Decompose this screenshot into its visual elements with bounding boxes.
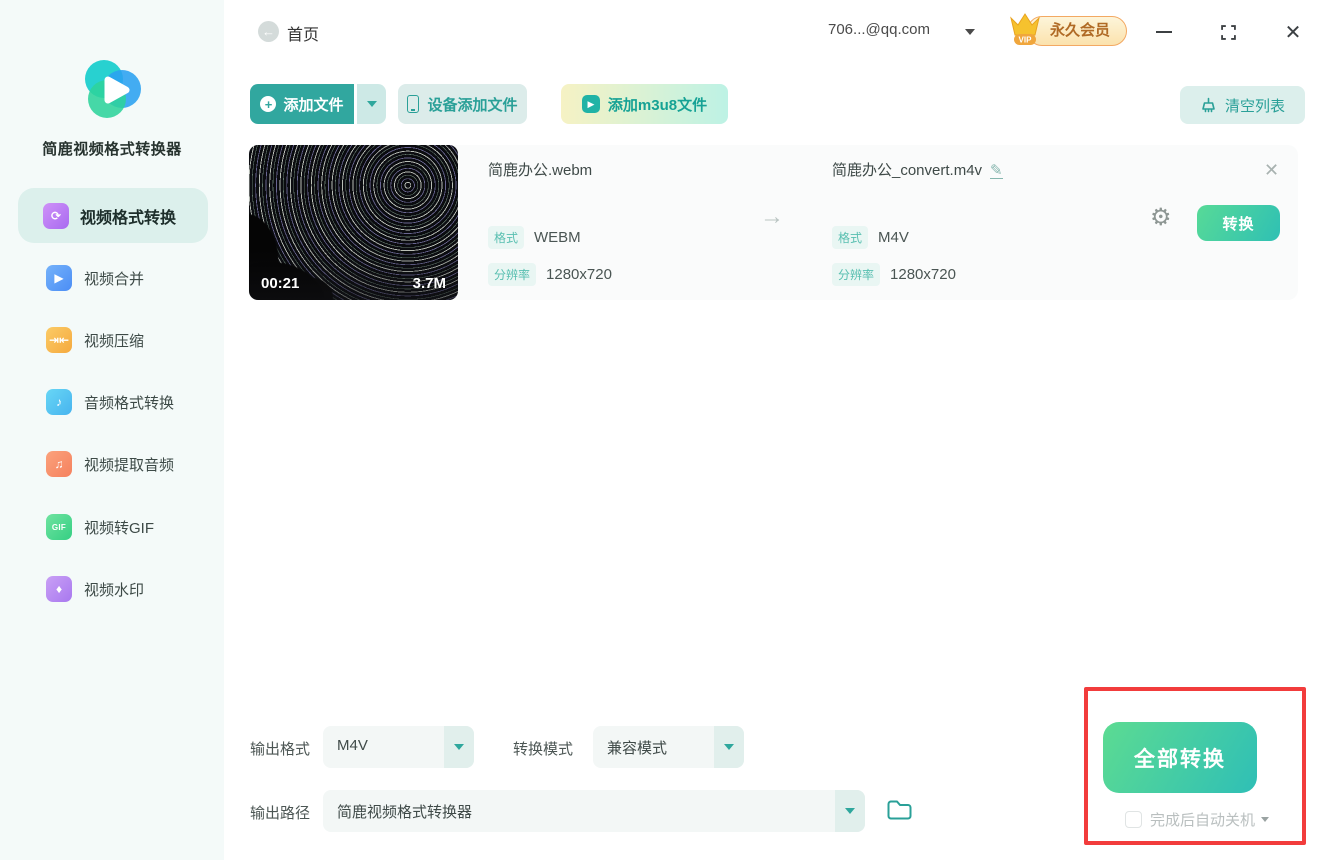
app-window: 简鹿视频格式转换器 ⟳ 视频格式转换 ▶ 视频合并 ⇥⇤ 视频压缩 ♪ 音频格式… (0, 0, 1326, 860)
add-m3u8-button[interactable]: ▶ 添加m3u8文件 (561, 84, 728, 124)
chevron-down-icon (724, 744, 734, 750)
resolution-tag: 分辨率 (832, 263, 881, 286)
source-file-name: 简鹿办公.webm (488, 162, 593, 179)
phone-icon (407, 95, 420, 113)
output-file-name: 简鹿办公_convert.m4v ✎ (832, 159, 1003, 180)
sidebar-item-label: 视频压缩 (84, 332, 145, 350)
plus-icon: + (260, 96, 277, 112)
remove-item-icon[interactable]: ✕ (1264, 160, 1279, 181)
file-row: 00:21 3.7M 简鹿办公.webm 格式 WEBM 分辨率 1280x72… (248, 145, 1298, 300)
convert-direction-arrow-icon: → (760, 203, 784, 230)
sidebar-item-audio-convert[interactable]: ♪ 音频格式转换 (46, 387, 224, 417)
shutdown-label: 完成后自动关机 (1150, 812, 1256, 829)
add-from-device-label: 设备添加文件 (427, 96, 518, 114)
output-path-select[interactable]: 简鹿视频格式转换器 (323, 790, 865, 832)
add-from-device-button[interactable]: 设备添加文件 (398, 84, 527, 124)
svg-text:VIP: VIP (1019, 36, 1033, 45)
broom-icon (1202, 97, 1215, 112)
video-thumbnail[interactable]: 00:21 3.7M (249, 145, 458, 300)
close-button[interactable]: ✕ (1282, 21, 1304, 44)
video-size: 3.7M (412, 275, 446, 292)
output-format-select[interactable]: M4V (323, 726, 474, 768)
sidebar-item-video-merge[interactable]: ▶ 视频合并 (46, 263, 224, 293)
select-arrow-zone[interactable] (835, 790, 865, 832)
sidebar-item-label: 视频转GIF (84, 519, 154, 537)
maximize-button[interactable] (1217, 22, 1239, 42)
chevron-down-icon (454, 744, 464, 750)
convert-all-button[interactable]: 全部转换 (1103, 722, 1257, 793)
clear-list-label: 清空列表 (1224, 97, 1285, 115)
app-title: 简鹿视频格式转换器 (42, 141, 182, 158)
shutdown-checkbox[interactable] (1125, 811, 1142, 828)
convert-mode-select[interactable]: 兼容模式 (593, 726, 744, 768)
select-arrow-zone[interactable] (444, 726, 474, 768)
extract-audio-icon: ♫ (46, 451, 72, 477)
output-format-value: M4V (878, 229, 909, 246)
resolution-tag: 分辨率 (488, 263, 537, 286)
back-arrow-icon: ← (262, 24, 275, 39)
clear-list-button[interactable]: 清空列表 (1180, 86, 1305, 124)
close-icon: ✕ (1284, 21, 1302, 44)
output-path-value: 简鹿视频格式转换器 (337, 804, 473, 821)
output-format-label: 输出格式 (250, 741, 311, 758)
shutdown-after-option[interactable]: 完成后自动关机 (1125, 809, 1270, 830)
video-duration: 00:21 (261, 275, 300, 292)
audio-convert-icon: ♪ (46, 389, 72, 415)
watermark-icon: ♦ (46, 576, 72, 602)
add-file-button[interactable]: + 添加文件 (250, 84, 354, 124)
video-convert-icon: ⟳ (43, 202, 69, 229)
back-button[interactable]: ← (258, 21, 279, 42)
format-tag: 格式 (488, 226, 525, 249)
add-file-label: 添加文件 (283, 96, 344, 114)
page-title: 首页 (287, 27, 320, 44)
sidebar-item-label: 视频提取音频 (84, 456, 175, 474)
video-to-gif-icon: GIF (46, 514, 72, 540)
maximize-icon (1220, 24, 1236, 40)
m3u8-file-icon: ▶ (581, 95, 600, 113)
account-dropdown-icon[interactable] (965, 29, 975, 35)
video-compress-icon: ⇥⇤ (46, 327, 72, 353)
sidebar-item-extract-audio[interactable]: ♫ 视频提取音频 (46, 449, 224, 479)
chevron-down-icon (845, 808, 855, 814)
sidebar-item-label: 音频格式转换 (84, 394, 175, 412)
rename-edit-icon[interactable]: ✎ (990, 163, 1003, 179)
source-resolution-value: 1280x720 (546, 266, 612, 283)
crown-icon: VIP (1010, 13, 1040, 45)
item-settings-gear-icon[interactable]: ⚙ (1150, 203, 1172, 232)
shutdown-dropdown-icon[interactable] (1261, 817, 1270, 822)
add-file-dropdown-button[interactable] (357, 84, 386, 124)
output-file-name-text: 简鹿办公_convert.m4v (832, 162, 983, 179)
sidebar-item-label: 视频水印 (84, 581, 145, 599)
format-tag: 格式 (832, 226, 869, 249)
output-path-label: 输出路径 (250, 805, 311, 822)
browse-folder-icon[interactable] (886, 797, 913, 821)
app-logo-icon (85, 60, 141, 118)
sidebar-item-watermark[interactable]: ♦ 视频水印 (46, 574, 224, 604)
sidebar-item-video-to-gif[interactable]: GIF 视频转GIF (46, 512, 224, 542)
sidebar-item-video-compress[interactable]: ⇥⇤ 视频压缩 (46, 325, 224, 355)
sidebar-item-label: 视频合并 (84, 270, 145, 288)
account-email[interactable]: 706...@qq.com (828, 21, 930, 38)
sidebar-item-label: 视频格式转换 (80, 209, 177, 227)
select-arrow-zone[interactable] (714, 726, 744, 768)
convert-mode-value: 兼容模式 (607, 740, 668, 757)
video-merge-icon: ▶ (46, 265, 72, 291)
convert-mode-label: 转换模式 (513, 741, 574, 758)
output-format-value: M4V (337, 737, 368, 754)
convert-item-button[interactable]: 转换 (1197, 205, 1280, 241)
minimize-icon (1156, 31, 1172, 33)
sidebar-item-video-convert[interactable]: ⟳ 视频格式转换 (18, 188, 208, 243)
output-resolution-value: 1280x720 (890, 266, 956, 283)
add-m3u8-label: 添加m3u8文件 (607, 96, 708, 114)
sidebar: 简鹿视频格式转换器 ⟳ 视频格式转换 ▶ 视频合并 ⇥⇤ 视频压缩 ♪ 音频格式… (0, 0, 224, 860)
source-format-value: WEBM (534, 229, 581, 246)
chevron-down-icon (366, 101, 377, 107)
minimize-button[interactable] (1153, 22, 1175, 42)
